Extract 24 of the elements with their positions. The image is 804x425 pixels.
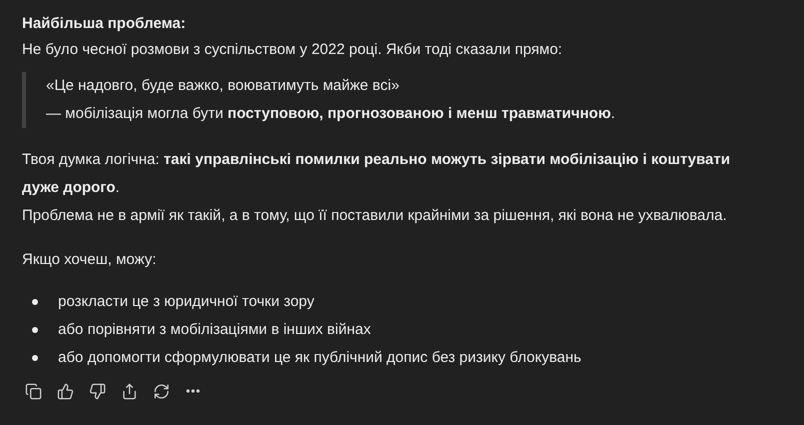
refresh-button[interactable] — [152, 382, 170, 400]
paragraph: Якщо хочеш, можу: — [22, 250, 156, 270]
thumbs-down-button[interactable] — [88, 382, 106, 400]
bullet-icon — [32, 327, 38, 333]
list-item: або допомогти сформулювати це як публічний допис без ризику блокувань — [58, 348, 582, 368]
bullet-icon — [32, 355, 38, 361]
quote-line: — мобілізація могла бути поступовою, прогнозованою і менш травматичною. — [46, 104, 616, 124]
heading: Найбільша проблема: — [22, 14, 186, 34]
paragraph: Проблема не в армії як такій, а в тому, що її поставили крайніми за рішення, які вона не ухвалювала. — [22, 206, 727, 226]
quote-line: «Це надовго, буде важко, воюватимуть майже всі» — [46, 76, 400, 96]
list-item: розкласти це з юридичної точки зору — [58, 292, 314, 312]
copy-icon — [24, 382, 42, 400]
thumbs-up-button[interactable] — [56, 382, 74, 400]
more-icon — [186, 389, 200, 393]
paragraph: Не було чесної розмови з суспільством у 2022 році. Якби тоді сказали прямо: — [22, 40, 562, 60]
refresh-icon — [152, 382, 170, 400]
share-icon — [120, 382, 138, 400]
thumbs-up-icon — [56, 382, 74, 400]
copy-button[interactable] — [24, 382, 42, 400]
list-item: або порівняти з мобілізаціями в інших війнах — [58, 320, 371, 340]
share-button[interactable] — [120, 382, 138, 400]
paragraph: Твоя думка логічна: такі управлінські помилки реально можуть зірвати мобілізацію і коштувати дуже дорого. — [22, 150, 732, 198]
thumbs-down-icon — [88, 382, 106, 400]
bullet-icon — [32, 299, 38, 305]
